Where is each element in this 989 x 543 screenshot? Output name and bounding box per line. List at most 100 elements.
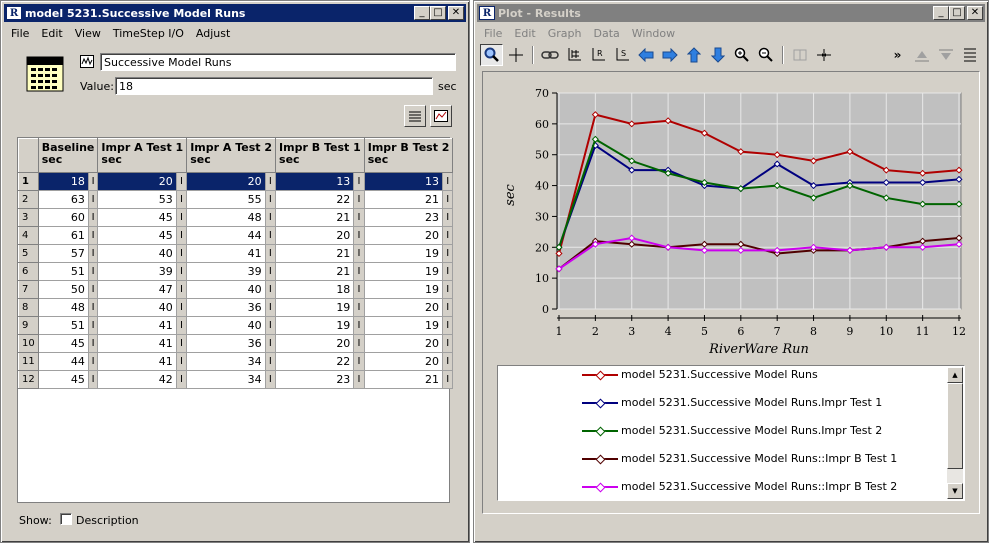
menu-edit[interactable]: Edit (35, 27, 68, 40)
table-cell[interactable]: 20 (186, 172, 266, 191)
zoom-out-button[interactable] (754, 44, 777, 66)
menu-adjust[interactable]: Adjust (190, 27, 236, 40)
table-cell[interactable]: 40 (97, 244, 177, 263)
table-cell[interactable]: 36 (186, 334, 266, 353)
table-cell[interactable]: 21 (275, 208, 355, 227)
move-up-button[interactable] (910, 44, 933, 66)
menu-file[interactable]: File (478, 27, 508, 40)
column-header-impr-b-test-2[interactable]: Impr B Test 2 sec (363, 138, 454, 173)
row-header[interactable]: 1 (18, 172, 39, 191)
table-row[interactable]: 10 45 I 41 I 36 I 20 I 20 I (18, 334, 454, 353)
table-cell[interactable]: 13 (363, 172, 444, 191)
maximize-button[interactable]: □ (430, 6, 446, 20)
table-cell[interactable]: 61 (37, 226, 89, 245)
table-cell[interactable]: 41 (97, 316, 177, 335)
table-row[interactable]: 4 61 I 45 I 44 I 20 I 20 I (18, 226, 454, 245)
table-cell[interactable]: 21 (363, 370, 444, 389)
value-field[interactable]: 18 (115, 77, 433, 95)
table-row[interactable]: 8 48 I 40 I 36 I 19 I 20 I (18, 298, 454, 317)
table-cell[interactable]: 20 (363, 226, 444, 245)
table-cell[interactable]: 45 (37, 370, 89, 389)
compress-button[interactable] (812, 44, 835, 66)
table-cell[interactable]: 19 (363, 262, 444, 281)
table-cell[interactable]: 41 (97, 334, 177, 353)
table-cell[interactable]: 19 (275, 298, 355, 317)
table-cell[interactable]: 20 (97, 172, 177, 191)
arrow-left-button[interactable] (634, 44, 657, 66)
table-cell[interactable]: 45 (97, 208, 177, 227)
table-cell[interactable]: 20 (363, 298, 444, 317)
table-cell[interactable]: 18 (37, 172, 89, 191)
arrow-right-button[interactable] (658, 44, 681, 66)
move-down-button[interactable] (934, 44, 957, 66)
plot-window-titlebar[interactable]: R Plot - Results _ □ ✕ (477, 4, 985, 22)
table-cell[interactable]: 23 (275, 370, 355, 389)
table-row[interactable]: 6 51 I 39 I 39 I 21 I 19 I (18, 262, 454, 281)
table-cell[interactable]: 40 (186, 280, 266, 299)
plot-button[interactable] (430, 105, 452, 127)
table-cell[interactable]: 19 (363, 244, 444, 263)
table-cell[interactable]: 18 (275, 280, 355, 299)
row-header[interactable]: 7 (18, 280, 39, 299)
split-button[interactable] (788, 44, 811, 66)
table-cell[interactable]: 22 (275, 352, 355, 371)
table-cell[interactable]: 53 (97, 190, 177, 209)
link-button[interactable] (538, 44, 561, 66)
table-row[interactable]: 2 63 I 53 I 55 I 22 I 21 I (18, 190, 454, 209)
table-cell[interactable]: 34 (186, 370, 266, 389)
menu-edit[interactable]: Edit (508, 27, 541, 40)
scroll-up-button[interactable]: ▲ (947, 367, 963, 383)
slot-name-field[interactable]: Successive Model Runs (100, 53, 456, 71)
zoom-lens-button[interactable] (480, 44, 503, 66)
table-cell[interactable]: 21 (275, 244, 355, 263)
table-cell[interactable]: 45 (97, 226, 177, 245)
table-cell[interactable]: 51 (37, 316, 89, 335)
arrow-up-button[interactable] (682, 44, 705, 66)
table-cell[interactable]: 41 (97, 352, 177, 371)
menu-timestep-io[interactable]: TimeStep I/O (107, 27, 190, 40)
table-cell[interactable]: 40 (186, 316, 266, 335)
table-cell[interactable]: 20 (275, 226, 355, 245)
menu-view[interactable]: View (69, 27, 107, 40)
table-cell[interactable]: 50 (37, 280, 89, 299)
row-header[interactable]: 9 (18, 316, 39, 335)
row-header[interactable]: 8 (18, 298, 39, 317)
minimize-button[interactable]: _ (933, 6, 949, 20)
table-cell[interactable]: 19 (363, 280, 444, 299)
description-label[interactable]: Description (76, 514, 139, 527)
legend-scrollbar[interactable]: ▲ ▼ (947, 367, 963, 499)
axis-reset-button[interactable]: R (586, 44, 609, 66)
column-header-impr-b-test-1[interactable]: Impr B Test 1 sec (275, 138, 365, 173)
row-header[interactable]: 2 (18, 190, 39, 209)
table-cell[interactable]: 20 (275, 334, 355, 353)
zoom-in-button[interactable] (730, 44, 753, 66)
table-cell[interactable]: 51 (37, 262, 89, 281)
table-cell[interactable]: 19 (275, 316, 355, 335)
table-cell[interactable]: 48 (186, 208, 266, 227)
column-header-baseline[interactable]: Baseline sec (37, 138, 99, 173)
row-header[interactable]: 12 (18, 370, 39, 389)
close-button[interactable]: ✕ (448, 6, 464, 20)
row-header[interactable]: 3 (18, 208, 39, 227)
scroll-thumb[interactable] (947, 383, 963, 469)
table-cell[interactable]: 42 (97, 370, 177, 389)
table-cell[interactable]: 55 (186, 190, 266, 209)
table-cell[interactable]: 36 (186, 298, 266, 317)
table-cell[interactable]: 47 (97, 280, 177, 299)
menu-window[interactable]: Window (626, 27, 681, 40)
table-cell[interactable]: 45 (37, 334, 89, 353)
table-cell[interactable]: 60 (37, 208, 89, 227)
legend-item[interactable]: model 5231.Successive Model Runs.Impr Te… (582, 396, 882, 409)
close-button[interactable]: ✕ (967, 6, 983, 20)
table-window-titlebar[interactable]: R model 5231.Successive Model Runs _ □ ✕ (4, 4, 466, 22)
legend-item[interactable]: model 5231.Successive Model Runs::Impr B… (582, 452, 897, 465)
table-cell[interactable]: 39 (186, 262, 266, 281)
column-header-impr-a-test-1[interactable]: Impr A Test 1 sec (97, 138, 188, 173)
description-checkbox[interactable] (60, 513, 72, 525)
legend-item[interactable]: model 5231.Successive Model Runs::Impr B… (582, 480, 897, 493)
column-header-impr-a-test-2[interactable]: Impr A Test 2 sec (186, 138, 277, 173)
table-cell[interactable]: 20 (363, 334, 444, 353)
maximize-button[interactable]: □ (949, 6, 965, 20)
table-cell[interactable]: 48 (37, 298, 89, 317)
table-cell[interactable]: 44 (186, 226, 266, 245)
